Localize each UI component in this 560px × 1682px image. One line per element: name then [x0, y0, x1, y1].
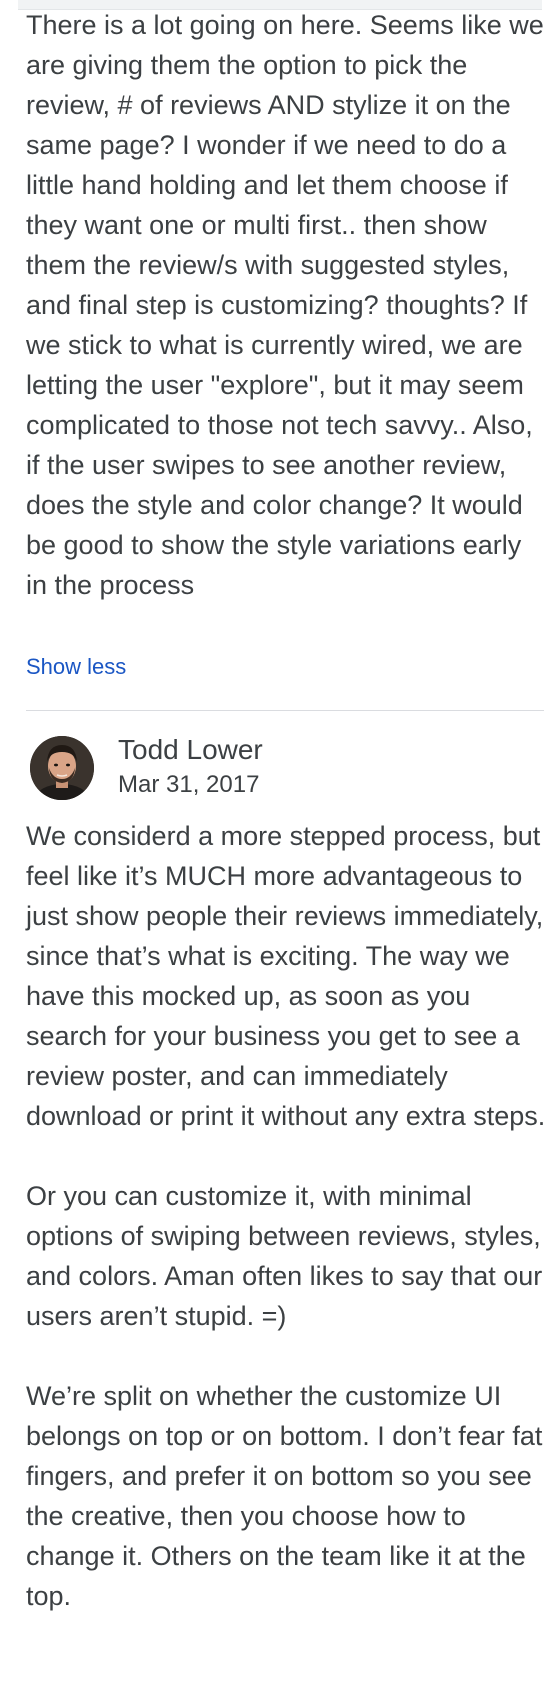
comment-date: Mar 31, 2017 [118, 771, 260, 798]
comment-divider [26, 710, 544, 711]
show-less-link[interactable]: Show less [26, 653, 126, 681]
comment-text: There is a lot going on here. Seems like… [26, 10, 544, 600]
comment-author-name[interactable]: Todd Lower [118, 733, 263, 767]
comment-paragraph: We’re split on whether the customize UI … [26, 1381, 543, 1611]
comment-paragraph: We considerd a more stepped process, but… [26, 821, 546, 1131]
comment-text: We considerd a more stepped process, but… [26, 816, 546, 1616]
comment-paragraph: Or you can customize it, with minimal op… [26, 1181, 543, 1331]
person-avatar-icon[interactable] [30, 736, 94, 800]
